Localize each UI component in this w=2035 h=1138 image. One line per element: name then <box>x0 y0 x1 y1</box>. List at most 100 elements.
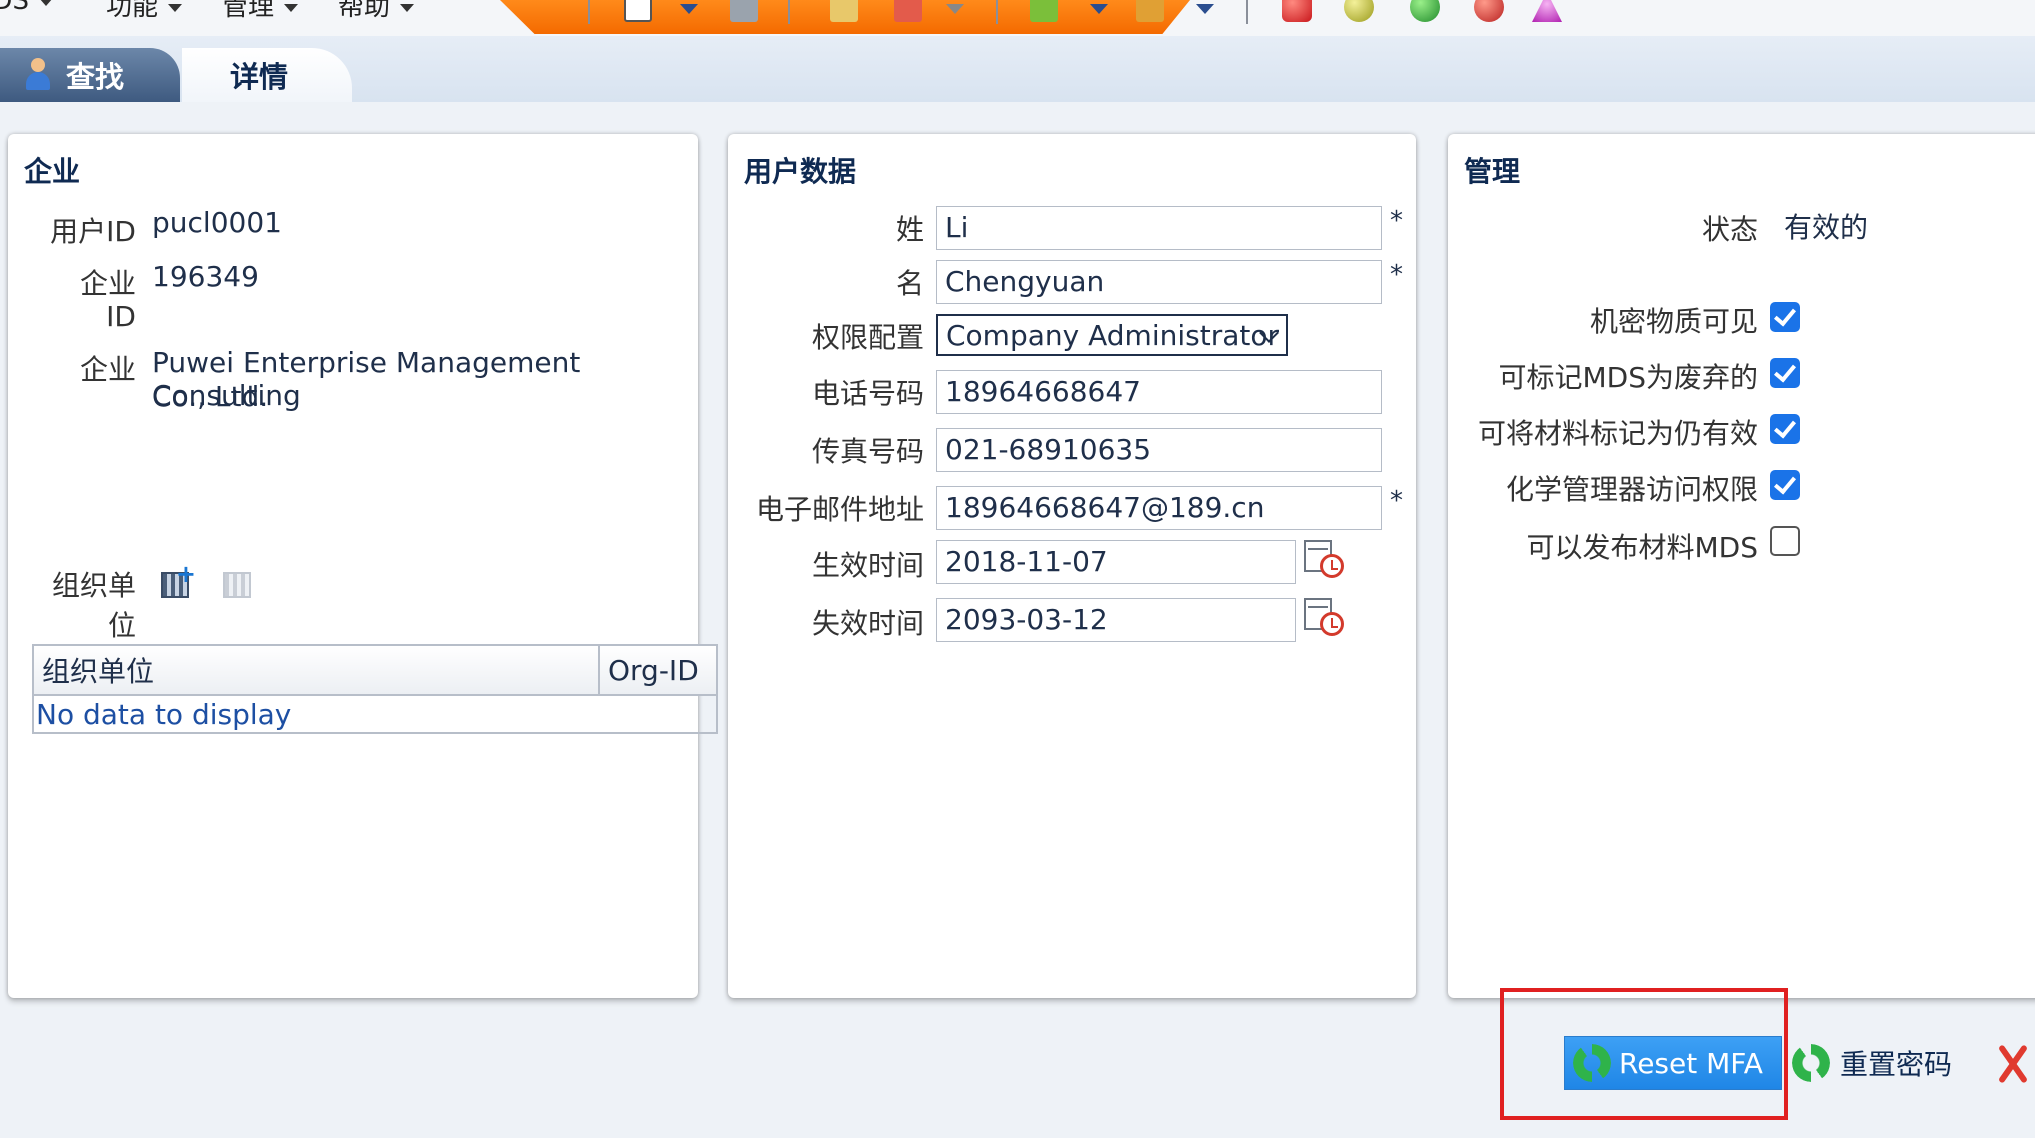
chevron-down-icon <box>400 3 415 12</box>
user-id-label: 用户ID <box>50 215 136 248</box>
valid-from-field[interactable]: 2018-11-07 <box>936 540 1296 584</box>
given-name-field[interactable]: Chengyuan <box>936 260 1382 304</box>
reset-mfa-label: Reset MFA <box>1619 1046 1763 1080</box>
empty-table-message: No data to display <box>32 695 718 734</box>
save-icon[interactable] <box>730 0 758 22</box>
chevron-down-icon <box>38 0 53 6</box>
management-title: 管理 <box>1464 155 1521 188</box>
surname-field[interactable]: Li <box>936 206 1382 250</box>
enterprise-name-line2: Co., Ltd. <box>152 380 269 413</box>
status-label: 状态 <box>1701 213 1758 246</box>
reset-mfa-button[interactable]: Reset MFA <box>1564 1036 1782 1090</box>
given-name-label: 名 <box>895 267 924 300</box>
tab-detail[interactable]: 详情 <box>182 48 352 102</box>
enterprise-id-value: 196349 <box>152 260 259 293</box>
pdf-icon[interactable] <box>894 0 922 22</box>
new-document-icon[interactable] <box>624 0 652 22</box>
checkbox-publish[interactable] <box>1770 526 1800 556</box>
refresh-icon <box>1792 1044 1830 1082</box>
valid-to-field[interactable]: 2093-03-12 <box>936 598 1296 642</box>
menu-functions-label: 功能 <box>106 0 159 22</box>
tab-search[interactable]: 查找 <box>0 48 180 102</box>
menu-admin[interactable]: 管理 <box>222 0 299 23</box>
chevron-down-icon[interactable] <box>680 4 698 14</box>
add-org-unit-icon[interactable]: + <box>158 562 196 598</box>
option-label-mark-obsolete: 可标记MDS为废弃的 <box>1498 361 1759 394</box>
org-id-column-header[interactable]: Org-ID <box>598 644 718 696</box>
menu-help[interactable]: 帮助 <box>338 0 415 23</box>
red-shape-icon[interactable] <box>1474 0 1504 22</box>
required-marker: * <box>1390 260 1403 290</box>
surname-label: 姓 <box>895 213 924 246</box>
calendar-icon[interactable] <box>1304 538 1346 580</box>
menu-help-label: 帮助 <box>338 0 391 22</box>
chevron-down-icon[interactable] <box>946 4 964 14</box>
management-panel: 管理 状态 有效的 机密物质可见 可标记MDS为废弃的 可将材料标记为仍有效 化… <box>1448 134 2035 998</box>
menu-mds[interactable]: MDS <box>0 0 53 16</box>
fax-label: 传真号码 <box>811 435 924 468</box>
checkbox-confidential[interactable] <box>1770 302 1800 332</box>
chevron-down-icon <box>284 3 299 12</box>
yellow-ball-icon[interactable] <box>1344 0 1374 22</box>
enterprise-panel: 企业 用户ID pucl0001 企业 ID 196349 企业 Puwei E… <box>8 134 718 998</box>
menu-admin-label: 管理 <box>222 0 275 22</box>
edit-document-icon[interactable] <box>830 0 858 22</box>
email-label: 电子邮件地址 <box>755 493 924 526</box>
user-data-title: 用户数据 <box>744 155 857 188</box>
toolbar-separator <box>588 0 590 24</box>
option-label-confidential: 机密物质可见 <box>1589 305 1758 338</box>
status-value: 有效的 <box>1784 211 1869 244</box>
user-id-value: pucl0001 <box>152 206 282 239</box>
org-unit-table: 组织单位 Org-ID No data to display <box>32 644 718 734</box>
required-marker: * <box>1390 206 1403 236</box>
checkbox-mark-obsolete[interactable] <box>1770 358 1800 388</box>
user-data-panel: 用户数据 姓 Li * 名 Chengyuan * 权限配置 Company A… <box>728 134 1416 998</box>
tab-detail-label: 详情 <box>230 60 289 94</box>
valid-to-label: 失效时间 <box>811 607 924 640</box>
option-label-mark-valid: 可将材料标记为仍有效 <box>1477 417 1758 450</box>
menu-functions[interactable]: 功能 <box>106 0 183 23</box>
required-marker: * <box>1390 486 1403 516</box>
enterprise-name-label: 企业 <box>79 353 136 386</box>
flask-icon[interactable] <box>1532 0 1562 22</box>
option-label-publish: 可以发布材料MDS <box>1526 531 1759 564</box>
refresh-icon <box>1573 1044 1611 1082</box>
green-molecule-icon[interactable] <box>1410 0 1440 22</box>
org-unit-column-header[interactable]: 组织单位 <box>32 644 600 696</box>
email-field[interactable]: 18964668647@189.cn <box>936 486 1382 530</box>
phone-field[interactable]: 18964668647 <box>936 370 1382 414</box>
enterprise-id-label-2: ID <box>106 300 136 333</box>
toolbar-separator <box>788 0 790 24</box>
checkbox-mark-valid[interactable] <box>1770 414 1800 444</box>
enterprise-id-label: 企业 <box>79 267 136 300</box>
toolbar-separator <box>996 0 998 24</box>
reset-password-button[interactable]: 重置密码 <box>1792 1036 1952 1090</box>
chevron-down-icon[interactable] <box>1090 4 1108 14</box>
tab-strip: 查找 详情 <box>0 36 2035 102</box>
org-unit-label-2: 位 <box>107 609 136 642</box>
role-label: 权限配置 <box>811 321 924 354</box>
red-cube-icon[interactable] <box>1282 0 1312 22</box>
org-unit-label: 组织单 <box>51 569 136 602</box>
org-unit-disabled-icon <box>220 564 254 598</box>
menu-bar: MDS 功能 管理 帮助 <box>0 0 2035 36</box>
valid-from-label: 生效时间 <box>811 549 924 582</box>
download-icon[interactable] <box>1030 0 1058 22</box>
role-select[interactable]: Company Administrator <box>936 314 1288 356</box>
checkbox-chem-manager[interactable] <box>1770 470 1800 500</box>
toolbar-separator <box>1246 0 1248 24</box>
calendar-icon[interactable] <box>1304 596 1346 638</box>
tab-search-label: 查找 <box>66 60 125 94</box>
close-icon[interactable] <box>1992 1044 2032 1084</box>
chevron-down-icon <box>168 3 183 12</box>
reset-password-label: 重置密码 <box>1840 1048 1953 1081</box>
fax-field[interactable]: 021-68910635 <box>936 428 1382 472</box>
role-select-value: Company Administrator <box>946 319 1279 352</box>
enterprise-title: 企业 <box>24 155 81 188</box>
option-label-chem-manager: 化学管理器访问权限 <box>1505 473 1758 506</box>
menu-mds-label: MDS <box>0 0 29 16</box>
phone-label: 电话号码 <box>811 377 924 410</box>
chevron-down-icon[interactable] <box>1196 4 1214 14</box>
upload-icon[interactable] <box>1136 0 1164 22</box>
person-icon <box>24 58 52 92</box>
